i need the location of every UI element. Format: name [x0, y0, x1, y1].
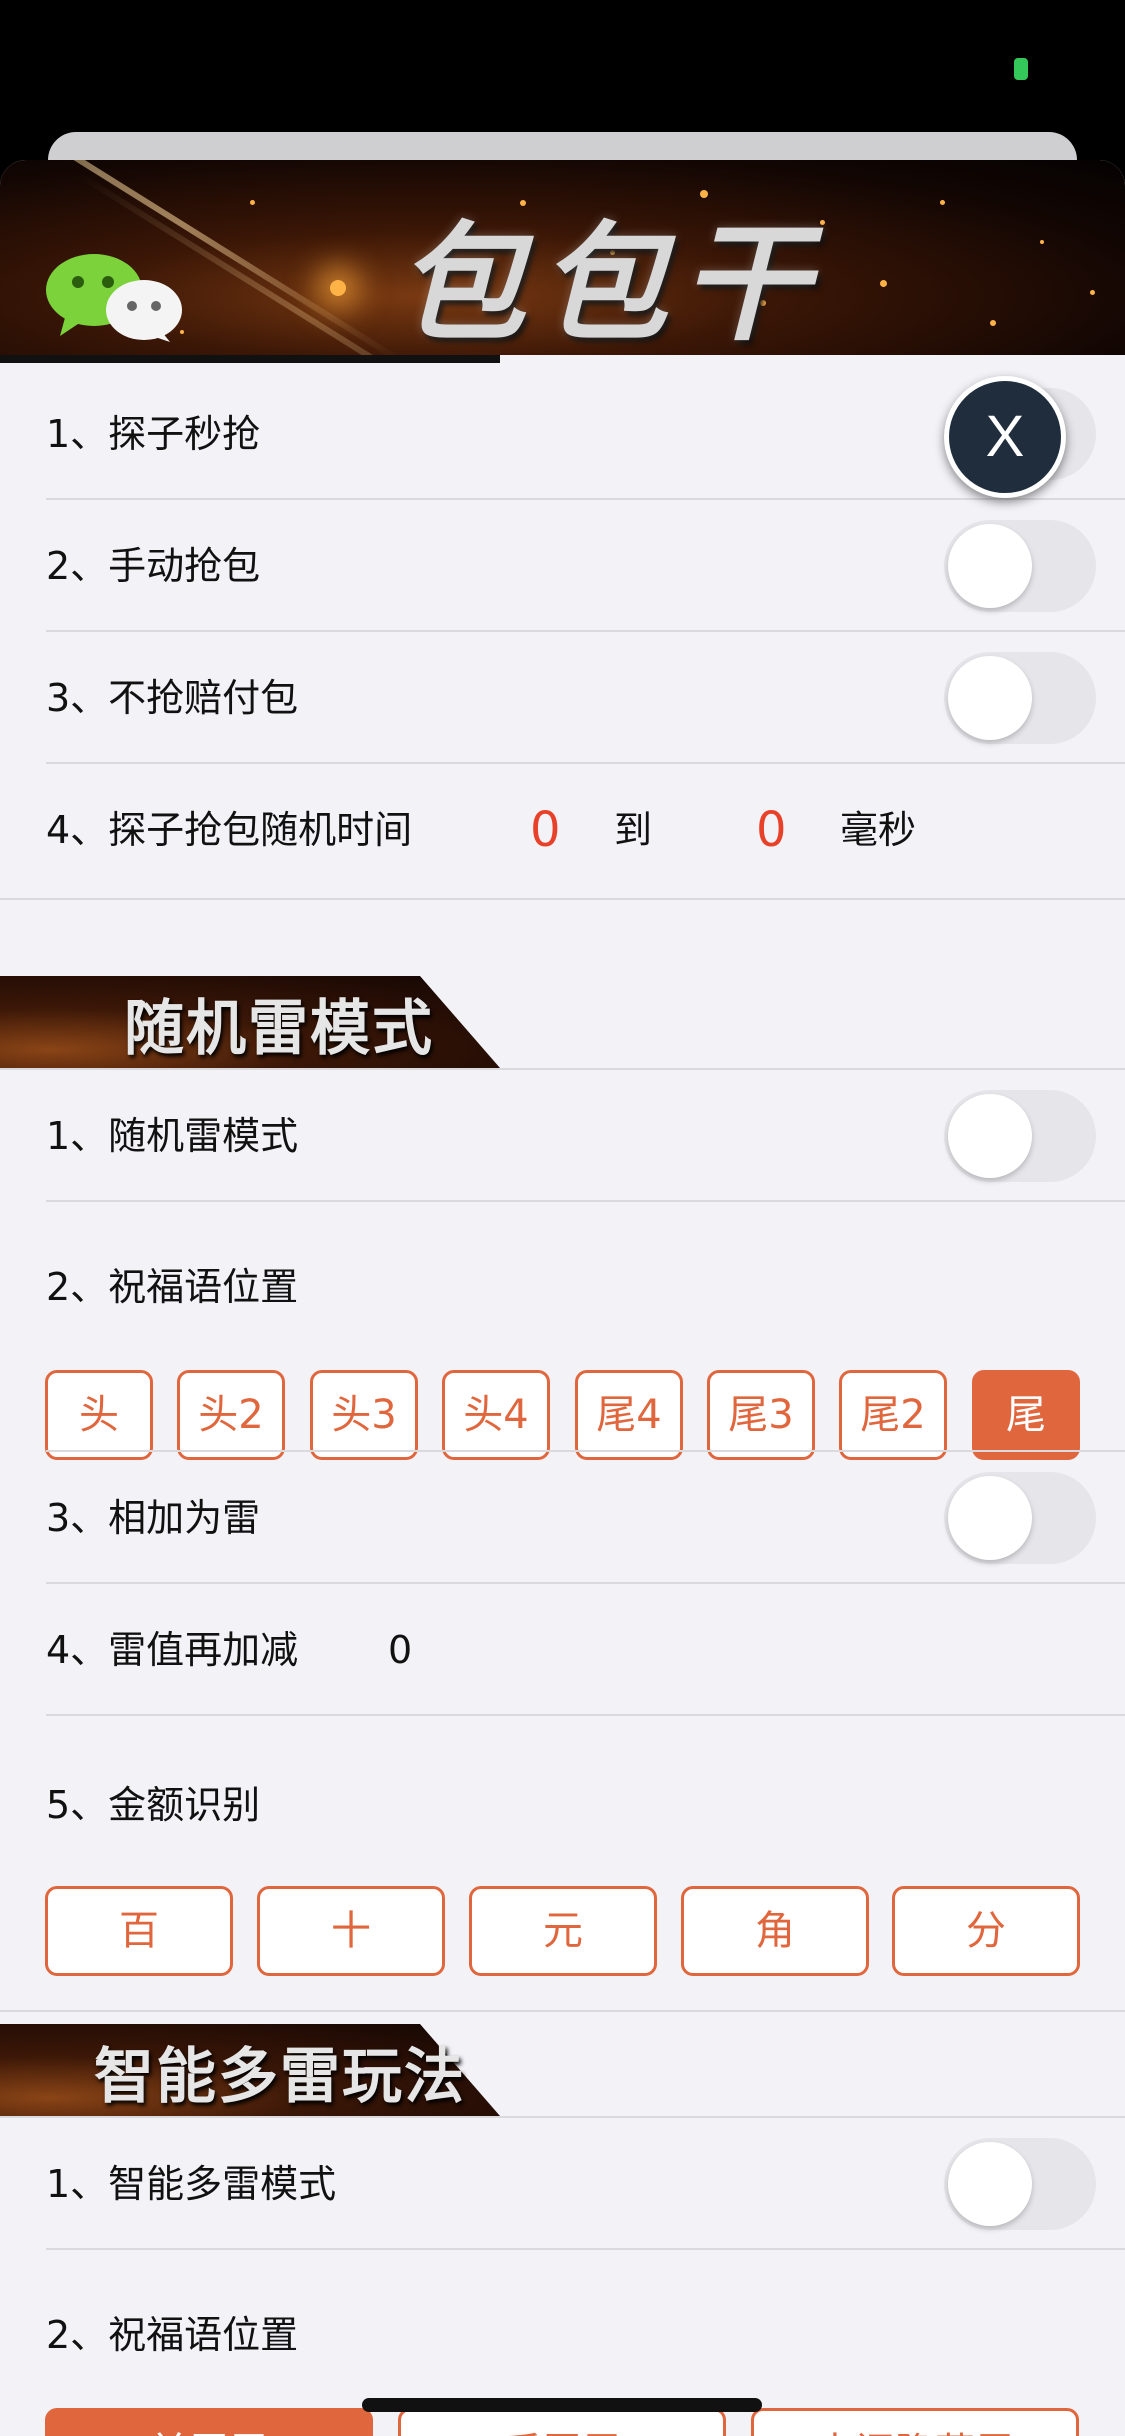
position-option-head4[interactable]: 头4 — [442, 1370, 550, 1460]
status-bar — [0, 0, 1125, 132]
wechat-logo-icon — [46, 254, 182, 342]
time-unit-label: 毫秒 — [840, 808, 917, 852]
amount-unit-jiao[interactable]: 角 — [681, 1886, 869, 1976]
row-amount-recognition: 5、金额识别 百 十 元 角 分 — [0, 1716, 1125, 2012]
row-label: 1、随机雷模式 — [46, 1114, 299, 1158]
position-option-tail3[interactable]: 尾3 — [707, 1370, 815, 1460]
battery-icon — [1014, 58, 1028, 80]
skip-payout-packet-toggle[interactable] — [944, 652, 1096, 744]
amount-unit-hundred[interactable]: 百 — [45, 1886, 233, 1976]
position-option-tail2[interactable]: 尾2 — [839, 1370, 947, 1460]
home-indicator[interactable] — [362, 2398, 762, 2412]
mine-option-middle-hidden[interactable]: 中间隐藏雷 — [751, 2408, 1079, 2436]
position-option-tail4[interactable]: 尾4 — [575, 1370, 683, 1460]
row-label: 4、雷值再加减 — [46, 1628, 299, 1672]
smart-mine-section: 1、智能多雷模式 2、祝福语位置 前置雷 后置雷 中间隐藏雷 — [0, 2118, 1125, 2436]
toggle-knob — [948, 1476, 1032, 1560]
row-smart-mine-mode: 1、智能多雷模式 — [0, 2118, 1125, 2250]
row-label: 1、探子秒抢 — [46, 412, 261, 456]
banner-title: 包包干 — [396, 209, 823, 355]
app-banner: 包包干 — [0, 160, 1125, 355]
random-mine-mode-toggle[interactable] — [944, 1090, 1096, 1182]
row-sum-as-mine: 3、相加为雷 — [0, 1452, 1125, 1584]
amount-unit-ten[interactable]: 十 — [257, 1886, 445, 1976]
row-skip-payout-packet: 3、不抢赔付包 — [0, 632, 1125, 764]
toggle-knob — [948, 524, 1032, 608]
random-mine-section: 1、随机雷模式 2、祝福语位置 头 头2 头3 头4 尾4 尾3 尾2 尾 3、… — [0, 1070, 1125, 2100]
position-option-head3[interactable]: 头3 — [310, 1370, 418, 1460]
sum-as-mine-toggle[interactable] — [944, 1472, 1096, 1564]
amount-unit-fen[interactable]: 分 — [892, 1886, 1080, 1976]
section-divider — [0, 898, 1125, 900]
toggle-knob — [948, 2142, 1032, 2226]
row-random-time: 4、探子抢包随机时间 0 到 0 毫秒 — [0, 764, 1125, 900]
row-mine-value-adjust: 4、雷值再加减 0 — [0, 1584, 1125, 1716]
position-option-tail-selected[interactable]: 尾 — [972, 1370, 1080, 1460]
settings-page: 包包干 1、探子秒抢 2、手动抢包 3、不抢赔付包 4、探子抢包随机时间 0 到… — [0, 160, 1125, 2436]
row-label: 2、祝福语位置 — [46, 2313, 299, 2357]
row-label: 3、不抢赔付包 — [46, 676, 299, 720]
row-label: 4、探子抢包随机时间 — [46, 808, 413, 852]
row-label: 5、金额识别 — [46, 1783, 261, 1827]
section-title: 智能多雷玩法 — [94, 2042, 466, 2112]
mine-value-adjust-input[interactable]: 0 — [388, 1584, 412, 1716]
row-manual-grab: 2、手动抢包 — [0, 500, 1125, 632]
mine-option-back[interactable]: 后置雷 — [398, 2408, 726, 2436]
mine-option-front-selected[interactable]: 前置雷 — [45, 2408, 373, 2436]
row-label: 3、相加为雷 — [46, 1496, 261, 1540]
row-random-mine-mode: 1、随机雷模式 — [0, 1070, 1125, 1202]
position-option-head2[interactable]: 头2 — [177, 1370, 285, 1460]
random-time-from-input[interactable]: 0 — [530, 764, 561, 896]
row-label: 1、智能多雷模式 — [46, 2162, 337, 2206]
smart-mine-mode-toggle[interactable] — [944, 2138, 1096, 2230]
smart-mine-header: 智能多雷玩法 — [0, 2024, 1125, 2118]
amount-unit-yuan[interactable]: 元 — [469, 1886, 657, 1976]
position-option-head[interactable]: 头 — [45, 1370, 153, 1460]
toggle-knob — [948, 656, 1032, 740]
row-label: 2、祝福语位置 — [46, 1265, 299, 1309]
close-button[interactable]: X — [944, 376, 1066, 498]
range-to-label: 到 — [614, 808, 653, 852]
random-mine-header: 随机雷模式 — [0, 976, 1125, 1070]
row-label: 2、手动抢包 — [46, 544, 261, 588]
section-divider — [0, 2010, 1125, 2012]
manual-grab-toggle[interactable] — [944, 520, 1096, 612]
toggle-knob — [948, 1094, 1032, 1178]
section-title: 随机雷模式 — [124, 994, 434, 1064]
row-blessing-position: 2、祝福语位置 头 头2 头3 头4 尾4 尾3 尾2 尾 — [0, 1202, 1125, 1460]
random-time-to-input[interactable]: 0 — [756, 764, 787, 896]
banner-divider — [0, 355, 500, 363]
